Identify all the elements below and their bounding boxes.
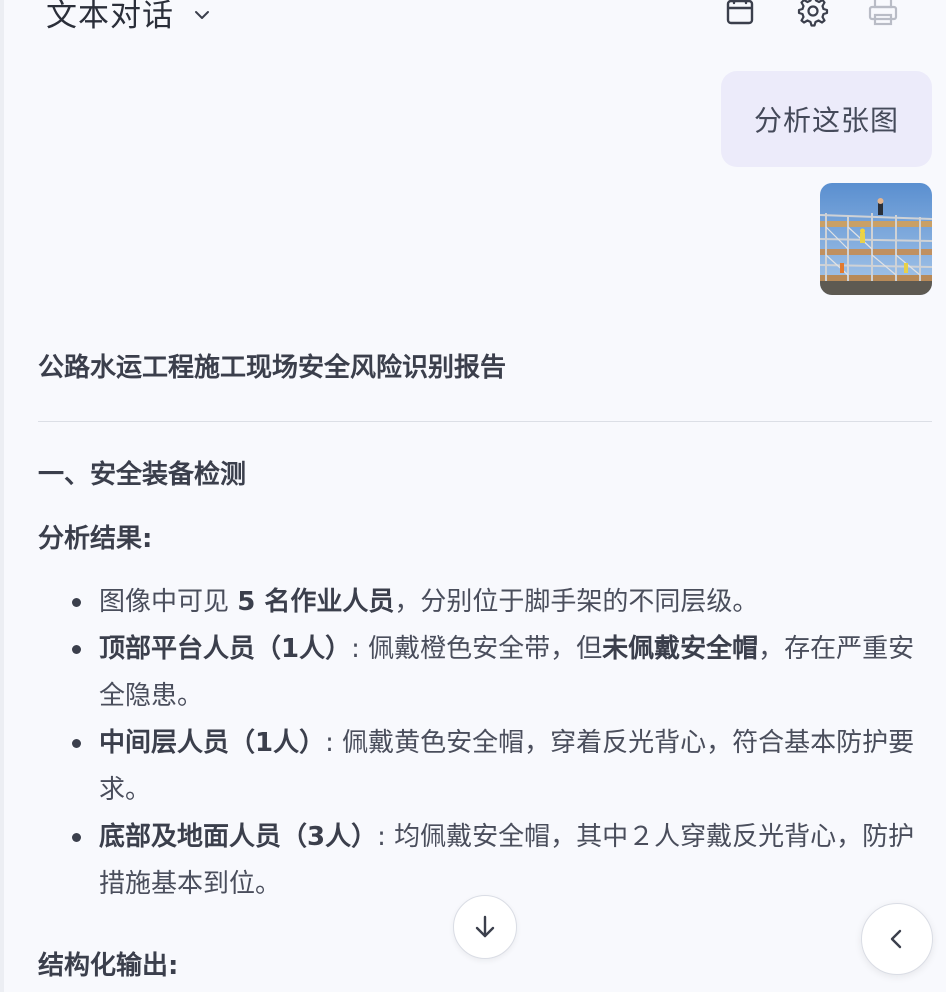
- chevron-left-icon: [890, 929, 902, 949]
- findings-list: 图像中可见 5 名作业人员，分别位于脚手架的不同层级。 顶部平台人员（1人）: …: [38, 579, 932, 908]
- analysis-label: 分析结果:: [38, 524, 153, 554]
- collapse-panel-button[interactable]: [861, 903, 933, 975]
- report-title: 公路水运工程施工现场安全风险识别报告: [38, 353, 507, 383]
- model-selector[interactable]: 文本对话: [46, 0, 212, 35]
- divider: [38, 421, 932, 422]
- list-item: 图像中可见 5 名作业人员，分别位于脚手架的不同层级。: [72, 579, 932, 626]
- section-heading: 一、安全装备检测: [38, 460, 247, 490]
- arrow-down-icon: [475, 915, 495, 938]
- list-item: 中间层人员（1人）: 佩戴黄色安全帽，穿着反光背心，符合基本防护要求。: [72, 720, 932, 814]
- structured-output-label: 结构化输出:: [38, 951, 179, 981]
- gear-icon[interactable]: [795, 0, 829, 28]
- user-message-bubble: 分析这张图: [720, 71, 932, 167]
- list-item: 底部及地面人员（3人）: 均佩戴安全帽，其中２人穿戴反光背心，防护措施基本到位。: [72, 814, 932, 908]
- assistant-response: 公路水运工程施工现场安全风险识别报告 一、安全装备检测 分析结果: 图像中可见 …: [38, 346, 932, 908]
- user-uploaded-image[interactable]: [820, 183, 932, 295]
- page-title: 文本对话: [46, 0, 174, 34]
- chevron-down-icon: [195, 10, 209, 19]
- printer-icon[interactable]: [866, 0, 900, 28]
- user-message-text: 分析这张图: [753, 104, 899, 137]
- left-edge: [0, 0, 4, 992]
- header: 文本对话: [0, 0, 946, 38]
- list-item: 顶部平台人员（1人）: 佩戴橙色安全带，但未佩戴安全帽，存在严重安全隐患。: [72, 626, 932, 720]
- scroll-to-bottom-button[interactable]: [453, 895, 517, 959]
- chat-page: 文本对话 分析这张图 公路水运工程施工现场安全风险识别报告 一、安全装备检测 分…: [0, 0, 946, 992]
- scaffolding-photo: [820, 183, 932, 295]
- calendar-icon[interactable]: [723, 0, 757, 28]
